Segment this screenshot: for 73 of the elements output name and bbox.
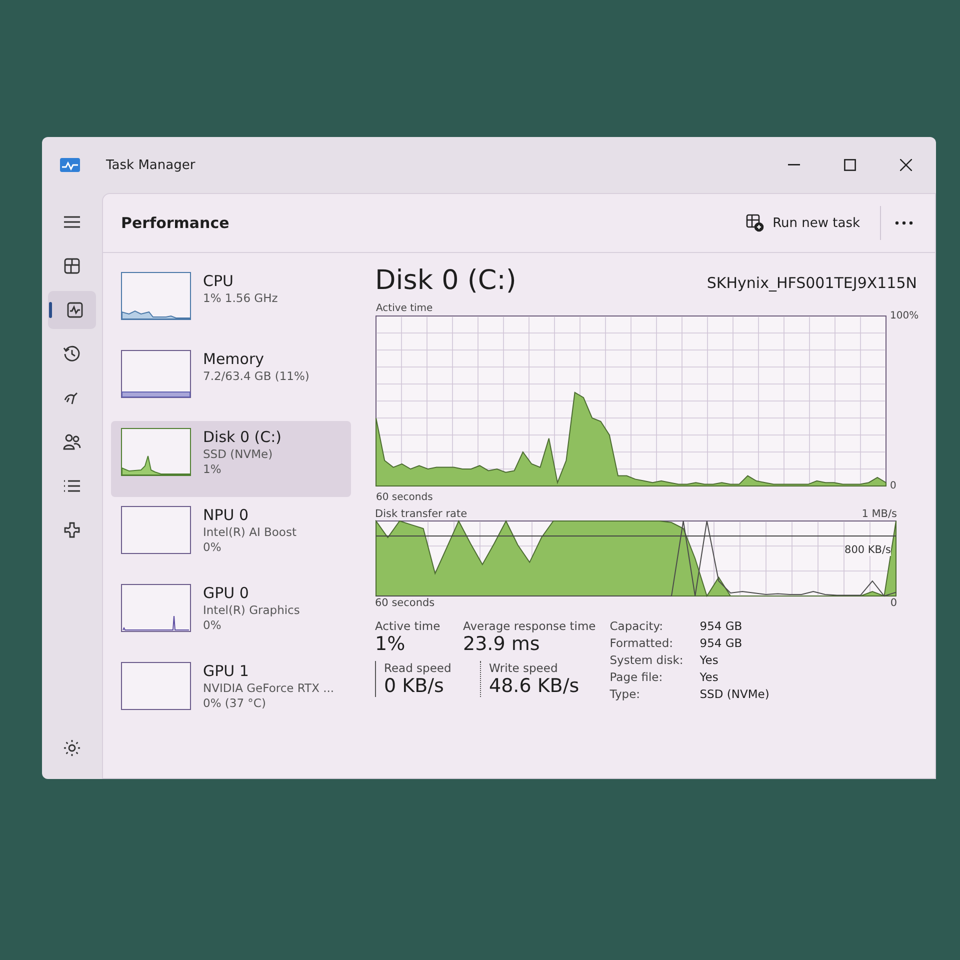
device-info: SSD (NVMe) bbox=[203, 447, 274, 461]
axis-tick-label: 100% bbox=[890, 310, 919, 322]
chart-title: Disk transfer rate bbox=[375, 508, 468, 520]
stat-value: 1% bbox=[375, 633, 406, 655]
device-info: NVIDIA GeForce RTX ... bbox=[203, 681, 334, 695]
device-item[interactable]: CPU 1% 1.56 GHz bbox=[111, 265, 351, 341]
app-icon bbox=[60, 158, 80, 172]
device-name: NPU 0 bbox=[203, 506, 250, 524]
property-label: Page file: bbox=[610, 670, 664, 684]
mini-graph bbox=[121, 662, 191, 710]
minimize-icon[interactable] bbox=[788, 164, 800, 166]
run-new-task-button[interactable]: Run new task bbox=[738, 208, 868, 238]
page-title: Performance bbox=[121, 214, 230, 232]
window-title: Task Manager bbox=[106, 158, 196, 172]
more-options-icon[interactable] bbox=[895, 221, 913, 225]
mini-graph bbox=[121, 350, 191, 398]
device-title: Disk 0 (C:) bbox=[375, 265, 516, 296]
device-name: GPU 1 bbox=[203, 662, 250, 680]
property-value: SSD (NVMe) bbox=[700, 687, 770, 701]
settings-icon bbox=[62, 738, 82, 758]
property-value: 954 GB bbox=[700, 636, 744, 650]
mini-graph bbox=[121, 506, 191, 554]
axis-min-label: 0 bbox=[890, 597, 897, 609]
users-icon bbox=[62, 432, 82, 452]
stat-value: 23.9 ms bbox=[463, 633, 541, 655]
scale-line-label: 800 KB/s bbox=[844, 544, 891, 556]
close-icon[interactable] bbox=[900, 159, 912, 171]
device-info: 0% bbox=[203, 618, 222, 632]
device-model: SKHynix_HFS001TEJ9X115N bbox=[706, 274, 917, 294]
mini-graph bbox=[121, 272, 191, 320]
clock-icon bbox=[62, 344, 82, 364]
device-info: Intel(R) AI Boost bbox=[203, 525, 296, 539]
puzzle-icon bbox=[62, 520, 82, 540]
property-value: 954 GB bbox=[700, 619, 744, 633]
property-label: Formatted: bbox=[610, 636, 674, 650]
device-info: 7.2/63.4 GB (11%) bbox=[203, 369, 310, 383]
device-name: Disk 0 (C:) bbox=[203, 428, 282, 446]
mini-graph bbox=[121, 584, 191, 632]
device-item[interactable]: Disk 0 (C:) SSD (NVMe) 1% bbox=[111, 421, 351, 497]
device-info: 1% 1.56 GHz bbox=[203, 291, 278, 305]
device-name: CPU bbox=[203, 272, 234, 290]
grid-icon bbox=[62, 256, 82, 276]
device-info: 1% bbox=[203, 462, 222, 476]
device-name: Memory bbox=[203, 350, 266, 368]
property-value: Yes bbox=[700, 670, 720, 684]
property-label: System disk: bbox=[610, 653, 684, 667]
property-value: Yes bbox=[700, 653, 720, 667]
device-info: 0% (37 °C) bbox=[203, 696, 267, 710]
add-task-icon bbox=[746, 214, 764, 232]
mini-graph bbox=[121, 428, 191, 476]
device-item[interactable]: GPU 1 NVIDIA GeForce RTX ... 0% (37 °C) bbox=[111, 655, 351, 731]
device-item[interactable]: GPU 0 Intel(R) Graphics 0% bbox=[111, 577, 351, 653]
device-name: GPU 0 bbox=[203, 584, 250, 602]
maximize-icon[interactable] bbox=[844, 159, 856, 171]
stat-label: Average response time bbox=[463, 619, 596, 633]
stat-value: 0 KB/s bbox=[384, 675, 445, 697]
chart-title: Active time bbox=[376, 303, 433, 314]
axis-max-label: 1 MB/s bbox=[862, 508, 897, 520]
device-item[interactable]: Memory 7.2/63.4 GB (11%) bbox=[111, 343, 351, 419]
property-label: Capacity: bbox=[610, 619, 664, 633]
property-label: Type: bbox=[610, 687, 642, 701]
device-info: Intel(R) Graphics bbox=[203, 603, 300, 617]
device-info: 0% bbox=[203, 540, 222, 554]
stat-label: Read speed bbox=[384, 661, 452, 675]
axis-time-label: 60 seconds bbox=[376, 492, 433, 503]
stat-value: 48.6 KB/s bbox=[489, 675, 580, 697]
stat-label: Active time bbox=[375, 619, 442, 633]
axis-tick-label: 0 bbox=[890, 480, 896, 492]
pulse-icon bbox=[65, 300, 85, 320]
device-item[interactable]: NPU 0 Intel(R) AI Boost 0% bbox=[111, 499, 351, 575]
performance-nav-button[interactable] bbox=[48, 291, 96, 329]
axis-time-label: 60 seconds bbox=[375, 597, 435, 609]
stat-label: Write speed bbox=[489, 661, 559, 675]
